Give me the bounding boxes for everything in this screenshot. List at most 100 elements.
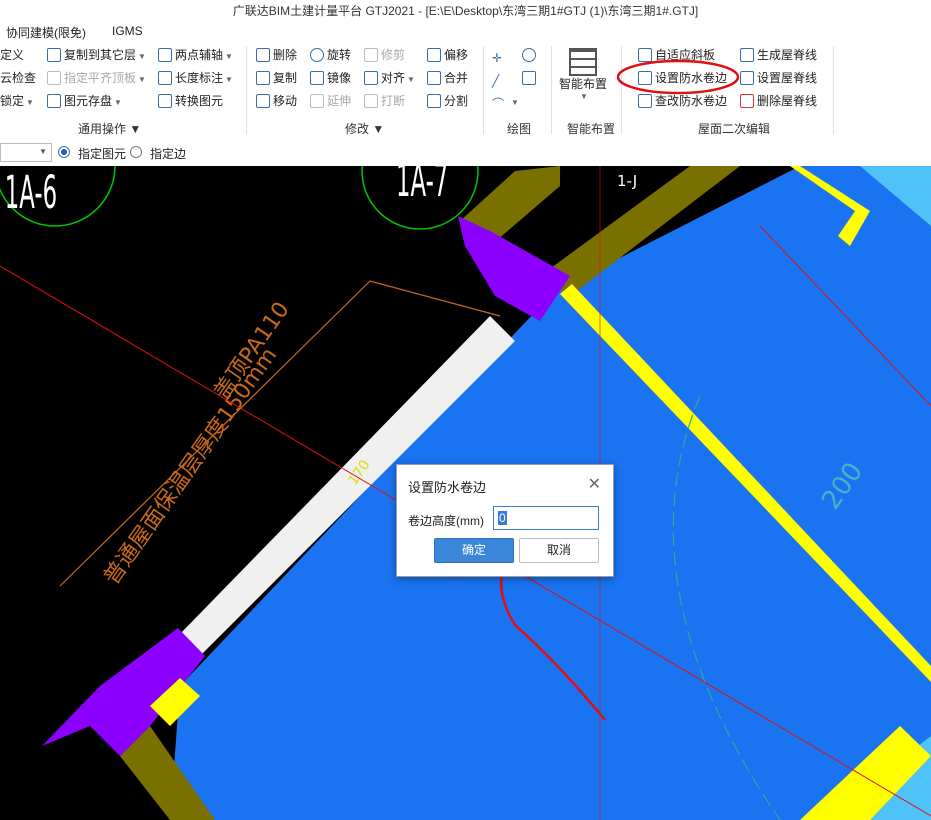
edge-height-input[interactable]: 0	[493, 506, 599, 530]
radio-selected-icon[interactable]	[58, 146, 70, 158]
ribbon-move[interactable]: 移动	[256, 91, 297, 111]
rotate-icon	[310, 48, 324, 62]
dropdown-arrow-icon: ▼	[114, 98, 122, 107]
ok-button[interactable]: 确定	[434, 538, 514, 563]
close-icon[interactable]: ✕	[588, 474, 601, 494]
mirror-icon	[310, 71, 324, 85]
ribbon-extend[interactable]: 延伸	[310, 91, 351, 111]
rectangle-icon	[522, 71, 536, 85]
chevron-down-icon: ▼	[129, 122, 142, 136]
ribbon-define[interactable]: 定义	[0, 45, 24, 65]
ribbon-align[interactable]: 对齐 ▼	[364, 68, 415, 88]
dropdown-arrow-icon: ▼	[26, 98, 34, 107]
align-top-icon	[47, 71, 61, 85]
ribbon-merge[interactable]: 合并	[427, 68, 468, 88]
move-icon	[256, 94, 270, 108]
ribbon-break[interactable]: 打断	[364, 91, 405, 111]
ribbon-extend-label: 延伸	[327, 94, 352, 108]
ribbon-gen-ridge[interactable]: 生成屋脊线	[740, 45, 817, 65]
annotation-ellipse	[616, 59, 740, 95]
ribbon-delete-ridge[interactable]: 删除屋脊线	[740, 91, 817, 111]
ribbon-length-dim-label: 长度标注	[175, 71, 224, 85]
ribbon-separator	[483, 46, 484, 134]
ribbon-delete-label: 删除	[273, 48, 298, 62]
offset-icon	[427, 48, 441, 62]
group-smart-label: 智能布置	[567, 122, 616, 136]
draw-point-button[interactable]: ✛	[492, 45, 509, 65]
ribbon-set-ridge-label: 设置屋脊线	[757, 71, 818, 85]
ribbon-separator	[551, 46, 552, 134]
ribbon-merge-label: 合并	[444, 71, 469, 85]
dropdown-arrow-icon: ▼	[225, 75, 233, 84]
trash-icon	[256, 48, 270, 62]
annotation-arrow-line	[454, 551, 606, 721]
grid-layout-icon	[569, 48, 597, 76]
arc-icon: ⌒	[492, 97, 505, 111]
group-modify-text: 修改	[345, 122, 370, 136]
ribbon-rotate[interactable]: 旋转	[310, 45, 351, 65]
menu-collab[interactable]: 协同建模(限免)	[6, 24, 86, 41]
ribbon-two-point-axis-label: 两点辅轴	[175, 48, 224, 62]
draw-circle-button[interactable]	[522, 45, 539, 65]
menu-bar: 协同建模(限免) IGMS	[0, 22, 931, 42]
ribbon-rotate-label: 旋转	[327, 48, 352, 62]
ribbon-align-top-label: 指定平齐顶板	[64, 71, 137, 85]
ribbon-two-point-axis[interactable]: 两点辅轴 ▼	[158, 45, 233, 65]
circle-icon	[522, 48, 536, 62]
draw-rect-button[interactable]	[522, 68, 539, 88]
ribbon-separator	[833, 46, 834, 134]
ribbon-convert-label: 转换图元	[175, 94, 224, 108]
ribbon-split[interactable]: 分割	[427, 91, 468, 111]
radio-specify-element[interactable]: 指定图元	[78, 145, 126, 162]
waterproof-edge-dialog: 设置防水卷边 ✕ 卷边高度(mm) 0 确定 取消	[396, 464, 614, 577]
ribbon-split-label: 分割	[444, 94, 469, 108]
ribbon-break-label: 打断	[381, 94, 406, 108]
ribbon-define-label: 定义	[0, 48, 25, 62]
chevron-down-icon: ▼	[372, 122, 385, 136]
ribbon-gen-ridge-label: 生成屋脊线	[757, 48, 818, 62]
dropdown-arrow-icon: ▼	[225, 52, 233, 61]
break-icon	[364, 94, 378, 108]
align-icon	[364, 71, 378, 85]
draw-arc-button[interactable]: ⌒ ▼	[492, 91, 519, 111]
ribbon-offset[interactable]: 偏移	[427, 45, 468, 65]
cancel-button[interactable]: 取消	[519, 538, 599, 563]
ribbon-copy-to-floor[interactable]: 复制到其它层 ▼	[47, 45, 146, 65]
ribbon-align-top[interactable]: 指定平齐顶板 ▼	[47, 68, 146, 88]
ribbon-save-element[interactable]: 图元存盘 ▼	[47, 91, 122, 111]
ribbon-length-dim[interactable]: 长度标注 ▼	[158, 68, 233, 88]
ribbon: 定义 云检查 锁定 ▼ 复制到其它层 ▼ 指定平齐顶板 ▼ 图元存盘 ▼ 两点辅轴 ▼ 长…	[0, 42, 931, 141]
radio-specify-edge[interactable]: 指定边	[150, 145, 186, 162]
menu-igms[interactable]: IGMS	[112, 24, 143, 38]
axis-icon	[158, 48, 172, 62]
edge-height-label: 卷边高度(mm)	[408, 514, 484, 528]
group-modify-label: 修改 ▼	[345, 120, 384, 137]
ribbon-lock-label: 锁定	[0, 94, 25, 108]
dimension-icon	[158, 71, 172, 85]
ribbon-trim[interactable]: 修剪	[364, 45, 405, 65]
ribbon-cloud-check[interactable]: 云检查	[0, 68, 36, 88]
ribbon-trim-label: 修剪	[381, 48, 406, 62]
smart-layout-label: 智能布置	[558, 77, 607, 91]
ribbon-copy-label: 复制	[273, 71, 298, 85]
ribbon-delete[interactable]: 删除	[256, 45, 297, 65]
dropdown-arrow-icon: ▼	[511, 98, 519, 107]
ribbon-set-ridge[interactable]: 设置屋脊线	[740, 68, 817, 88]
group-roof-label: 屋面二次编辑	[698, 122, 771, 136]
ribbon-cloud-check-label: 云检查	[0, 71, 37, 85]
axis-label-1a6: 1A-6	[5, 168, 57, 220]
smart-layout-button[interactable]: 智能布置 ▼	[558, 46, 608, 116]
split-icon	[427, 94, 441, 108]
ribbon-delete-ridge-label: 删除屋脊线	[757, 94, 818, 108]
ribbon-copy-to-floor-label: 复制到其它层	[64, 48, 137, 62]
group-general-text: 通用操作	[78, 122, 127, 136]
radio-empty-icon[interactable]	[130, 146, 142, 158]
crosshair-icon: ✛	[492, 51, 503, 65]
ribbon-mirror[interactable]: 镜像	[310, 68, 351, 88]
draw-line-button[interactable]: ╱	[492, 68, 509, 88]
ribbon-lock[interactable]: 锁定 ▼	[0, 91, 34, 111]
ribbon-convert[interactable]: 转换图元	[158, 91, 223, 111]
element-select[interactable]: ▼	[0, 143, 52, 162]
ribbon-separator	[246, 46, 247, 134]
ribbon-copy[interactable]: 复制	[256, 68, 297, 88]
